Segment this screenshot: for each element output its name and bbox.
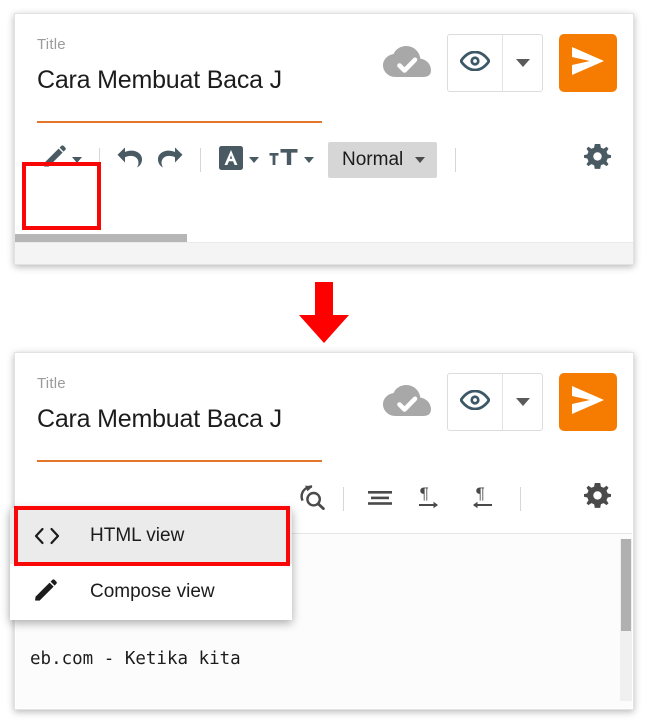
editor-panel-before: Title Cara Membuat Baca J Normal <box>14 13 634 265</box>
gear-icon <box>584 144 611 176</box>
preview-split-button[interactable] <box>447 34 543 92</box>
step-arrow <box>0 282 648 349</box>
pencil-icon <box>32 579 84 605</box>
editor-header: Title Cara Membuat Baca J <box>15 14 633 132</box>
chevron-down-icon <box>72 157 82 163</box>
align-icon <box>367 488 393 511</box>
code-line-2: eb.com - Ketika kita <box>30 649 241 669</box>
down-arrow-icon <box>294 282 354 349</box>
preview-dropdown-toggle[interactable] <box>502 374 542 430</box>
header-actions <box>383 373 617 431</box>
font-size-icon <box>269 145 299 176</box>
eye-icon <box>459 389 491 415</box>
toolbar-divider <box>99 148 100 172</box>
send-icon <box>571 385 605 420</box>
settings-button[interactable] <box>580 479 615 519</box>
toolbar-divider <box>455 148 457 172</box>
preview-button[interactable] <box>448 35 502 91</box>
header-actions <box>383 34 617 92</box>
paragraph-style-label: Normal <box>342 149 404 170</box>
edit-mode-button[interactable] <box>37 140 86 180</box>
preview-dropdown-toggle[interactable] <box>502 35 542 91</box>
publish-button[interactable] <box>559 373 617 431</box>
text-color-button[interactable] <box>214 140 263 180</box>
redo-button[interactable] <box>151 140 187 180</box>
publish-button[interactable] <box>559 34 617 92</box>
svg-text:¶: ¶ <box>475 484 485 503</box>
align-button[interactable] <box>363 479 397 519</box>
toolbar-divider <box>520 487 521 511</box>
toolbar-divider <box>343 487 344 511</box>
menu-item-label: Compose view <box>90 581 215 602</box>
find-replace-icon <box>299 484 326 515</box>
formatting-toolbar: Normal <box>15 132 633 188</box>
editor-header: Title Cara Membuat Baca J <box>15 353 633 471</box>
chevron-down-icon <box>304 157 314 163</box>
pencil-icon <box>41 144 67 176</box>
font-color-icon <box>218 145 244 176</box>
cloud-check-icon <box>383 385 431 419</box>
vertical-scrollbar[interactable] <box>620 539 632 701</box>
paragraph-style-dropdown[interactable]: Normal <box>328 142 438 178</box>
undo-button[interactable] <box>113 140 149 180</box>
chevron-down-icon <box>515 398 530 406</box>
toolbar-divider <box>200 148 201 172</box>
preview-button[interactable] <box>448 374 502 430</box>
cloud-check-icon <box>383 46 431 80</box>
find-replace-button[interactable] <box>295 479 330 519</box>
chevron-down-icon <box>515 59 530 67</box>
svg-text:¶: ¶ <box>419 484 429 503</box>
settings-button[interactable] <box>580 140 615 180</box>
chevron-down-icon <box>415 157 426 163</box>
undo-icon <box>117 146 145 175</box>
menu-item-compose-view[interactable]: Compose view <box>10 564 292 620</box>
gear-icon <box>584 483 611 515</box>
menu-item-label: HTML view <box>90 525 185 546</box>
panel-footer <box>15 242 633 264</box>
menu-item-html-view[interactable]: HTML view <box>10 508 292 564</box>
rtl-direction-button[interactable]: ¶ <box>465 479 499 519</box>
send-icon <box>571 46 605 81</box>
chevron-down-icon <box>249 157 259 163</box>
code-brackets-icon <box>32 526 84 546</box>
screenshot-stage: Title Cara Membuat Baca J Normal Title C… <box>0 0 648 720</box>
title-underline <box>37 121 322 123</box>
vertical-scrollbar-thumb[interactable] <box>621 539 631 631</box>
font-size-button[interactable] <box>265 140 318 180</box>
preview-split-button[interactable] <box>447 373 543 431</box>
title-underline <box>37 460 322 462</box>
ltr-direction-button[interactable]: ¶ <box>413 479 447 519</box>
paragraph-ltr-icon: ¶ <box>417 484 443 515</box>
redo-icon <box>155 146 183 175</box>
paragraph-rtl-icon: ¶ <box>469 484 495 515</box>
eye-icon <box>459 50 491 76</box>
view-mode-menu[interactable]: HTML view Compose view <box>10 508 292 620</box>
